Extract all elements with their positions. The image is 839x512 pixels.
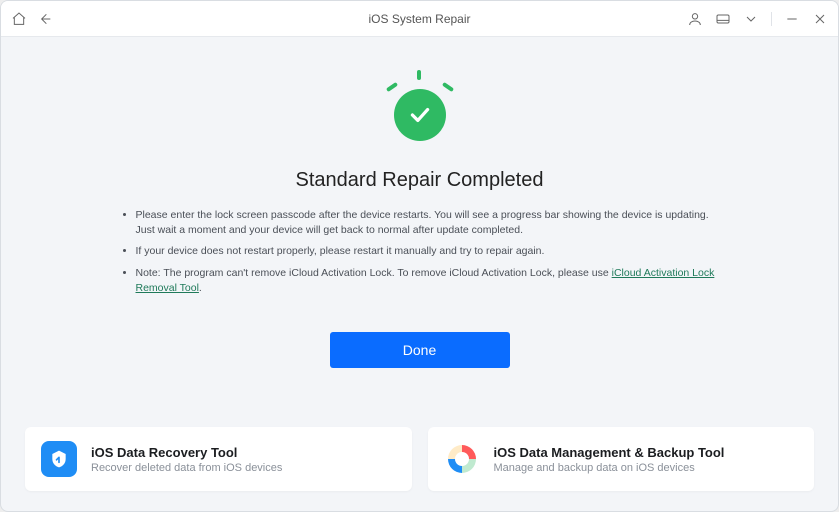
- card-subtitle: Recover deleted data from iOS devices: [91, 462, 282, 474]
- minimize-icon[interactable]: [784, 11, 800, 27]
- chevron-down-icon[interactable]: [743, 11, 759, 27]
- card-title: iOS Data Management & Backup Tool: [494, 445, 725, 460]
- feedback-icon[interactable]: [715, 11, 731, 27]
- data-recovery-card[interactable]: iOS Data Recovery Tool Recover deleted d…: [25, 427, 412, 491]
- card-title: iOS Data Recovery Tool: [91, 445, 282, 460]
- note-item: Please enter the lock screen passcode af…: [136, 208, 720, 238]
- promo-cards: iOS Data Recovery Tool Recover deleted d…: [1, 413, 838, 511]
- success-icon: [380, 75, 460, 155]
- note-text: Note: The program can't remove iCloud Ac…: [136, 267, 612, 279]
- app-window: iOS System Repair: [0, 0, 839, 512]
- management-icon: [444, 441, 480, 477]
- titlebar: iOS System Repair: [1, 1, 838, 37]
- home-icon[interactable]: [11, 11, 27, 27]
- page-title: Standard Repair Completed: [296, 169, 544, 192]
- done-button[interactable]: Done: [330, 332, 510, 368]
- close-icon[interactable]: [812, 11, 828, 27]
- note-text: .: [199, 282, 202, 294]
- back-icon[interactable]: [37, 11, 53, 27]
- recovery-icon: [41, 441, 77, 477]
- note-item: Note: The program can't remove iCloud Ac…: [136, 266, 720, 296]
- user-icon[interactable]: [687, 11, 703, 27]
- data-management-card[interactable]: iOS Data Management & Backup Tool Manage…: [428, 427, 815, 491]
- notes-list: Please enter the lock screen passcode af…: [120, 208, 720, 302]
- card-subtitle: Manage and backup data on iOS devices: [494, 462, 725, 474]
- note-item: If your device does not restart properly…: [136, 244, 720, 259]
- content-area: Standard Repair Completed Please enter t…: [1, 37, 838, 511]
- separator: [771, 12, 772, 26]
